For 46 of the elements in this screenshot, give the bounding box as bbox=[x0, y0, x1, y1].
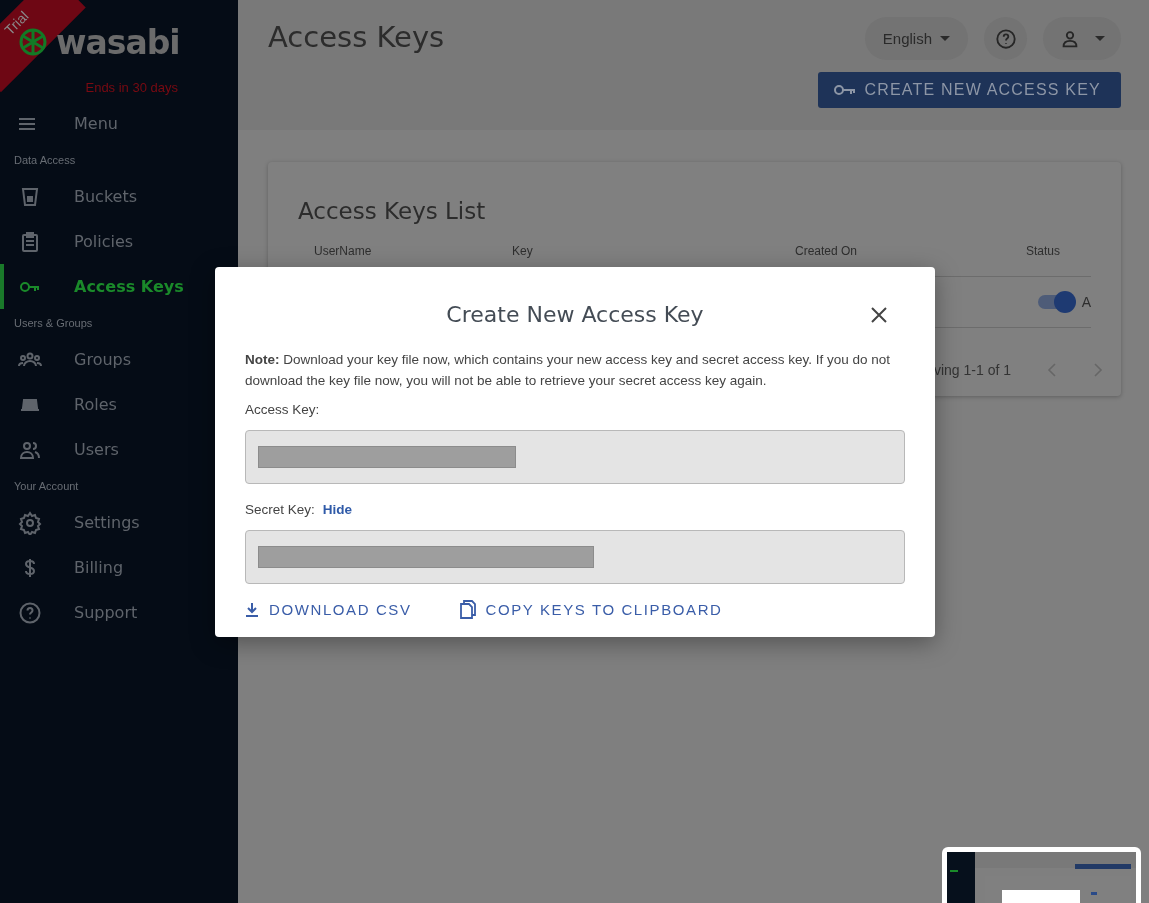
column-header: Key bbox=[512, 244, 534, 258]
dialog-title: Create New Access Key bbox=[446, 301, 704, 329]
field-label: Access Key: bbox=[245, 401, 320, 419]
section-label: Users & Groups bbox=[13, 316, 94, 331]
sidebar-item[interactable]: Roles bbox=[0, 382, 238, 427]
gear-icon bbox=[18, 510, 42, 535]
column-header: Created On bbox=[795, 244, 859, 258]
help-icon bbox=[994, 27, 1017, 50]
caret-icon bbox=[940, 35, 950, 42]
field-label: Secret Key: bbox=[245, 501, 315, 519]
chevron-left-icon[interactable] bbox=[1047, 363, 1057, 377]
section-label: Data Access bbox=[13, 153, 77, 168]
account-menu[interactable] bbox=[1043, 17, 1121, 60]
menu-toggle[interactable]: Menu bbox=[0, 101, 238, 146]
create-key-button[interactable]: CREATE NEW ACCESS KEY bbox=[818, 72, 1121, 108]
language-dropdown[interactable]: English bbox=[864, 17, 968, 60]
sidebar-item[interactable]: Users bbox=[0, 427, 238, 472]
sidebar-item[interactable]: Billing bbox=[0, 545, 238, 590]
trial-notice: Ends in 30 days bbox=[84, 79, 179, 95]
key-icon bbox=[834, 84, 857, 96]
sidebar-item[interactable]: Policies bbox=[0, 219, 238, 264]
key-field[interactable] bbox=[245, 430, 905, 484]
sidebar-item[interactable]: Buckets bbox=[0, 174, 238, 219]
copy-button[interactable]: COPY KEYS TO CLIPBOARD bbox=[459, 596, 723, 623]
sidebar-item[interactable]: Support bbox=[0, 590, 238, 635]
hide-link[interactable]: Hide bbox=[322, 500, 353, 520]
download-button[interactable]: DOWNLOAD CSV bbox=[245, 596, 412, 623]
help-icon bbox=[18, 600, 42, 625]
key-field[interactable] bbox=[245, 530, 905, 584]
note-text: Note: Download your key file now, which contains your new access key and secret access key. If you do not download the key file now, you will not be able to retrieve your secret access key again. bbox=[245, 351, 892, 390]
column-header: Status bbox=[1026, 244, 1062, 258]
caret-icon bbox=[1095, 35, 1105, 42]
chevron-right-icon[interactable] bbox=[1093, 363, 1103, 377]
copy-icon bbox=[459, 600, 476, 619]
card-title: Access Keys List bbox=[298, 197, 487, 226]
page-title: Access Keys bbox=[268, 20, 445, 56]
column-header: UserName bbox=[314, 244, 373, 258]
status-text: A bbox=[1081, 294, 1091, 310]
pagination-text: ving 1-1 of 1 bbox=[933, 362, 1011, 378]
sidebar-item[interactable]: Groups bbox=[0, 337, 238, 382]
help-button[interactable] bbox=[984, 17, 1027, 60]
section-label: Your Account bbox=[13, 479, 80, 494]
menu-icon bbox=[18, 116, 36, 131]
sidebar-item[interactable]: Settings bbox=[0, 500, 238, 545]
close-icon[interactable] bbox=[870, 306, 888, 324]
download-icon bbox=[245, 601, 259, 618]
